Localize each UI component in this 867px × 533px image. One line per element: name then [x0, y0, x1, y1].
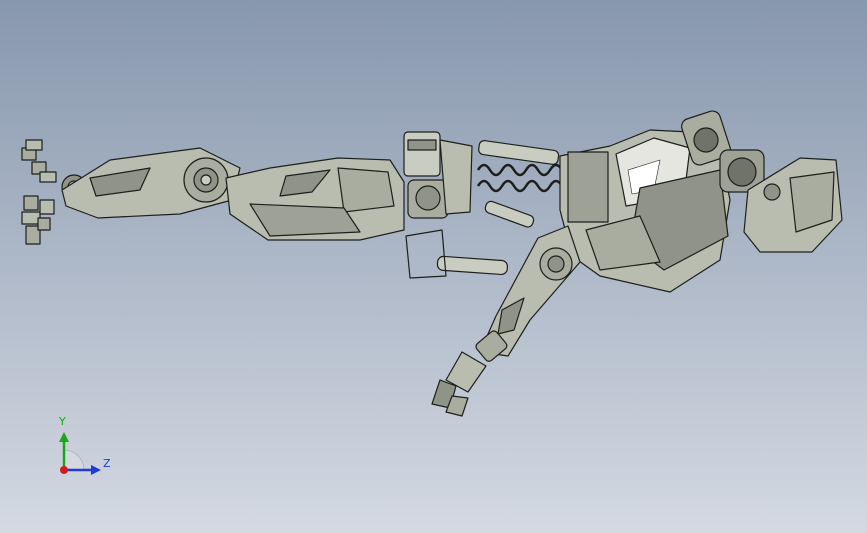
- z-axis-label: Z: [103, 457, 111, 470]
- shoulder-actuators: [403, 131, 560, 219]
- left-forearm: [61, 147, 241, 219]
- y-axis-label: Y: [59, 415, 66, 428]
- left-upper-arm: [225, 157, 405, 241]
- bottom-gripper: [431, 330, 508, 417]
- cad-viewport[interactable]: [0, 0, 867, 533]
- robot-arm-model[interactable]: [21, 109, 843, 417]
